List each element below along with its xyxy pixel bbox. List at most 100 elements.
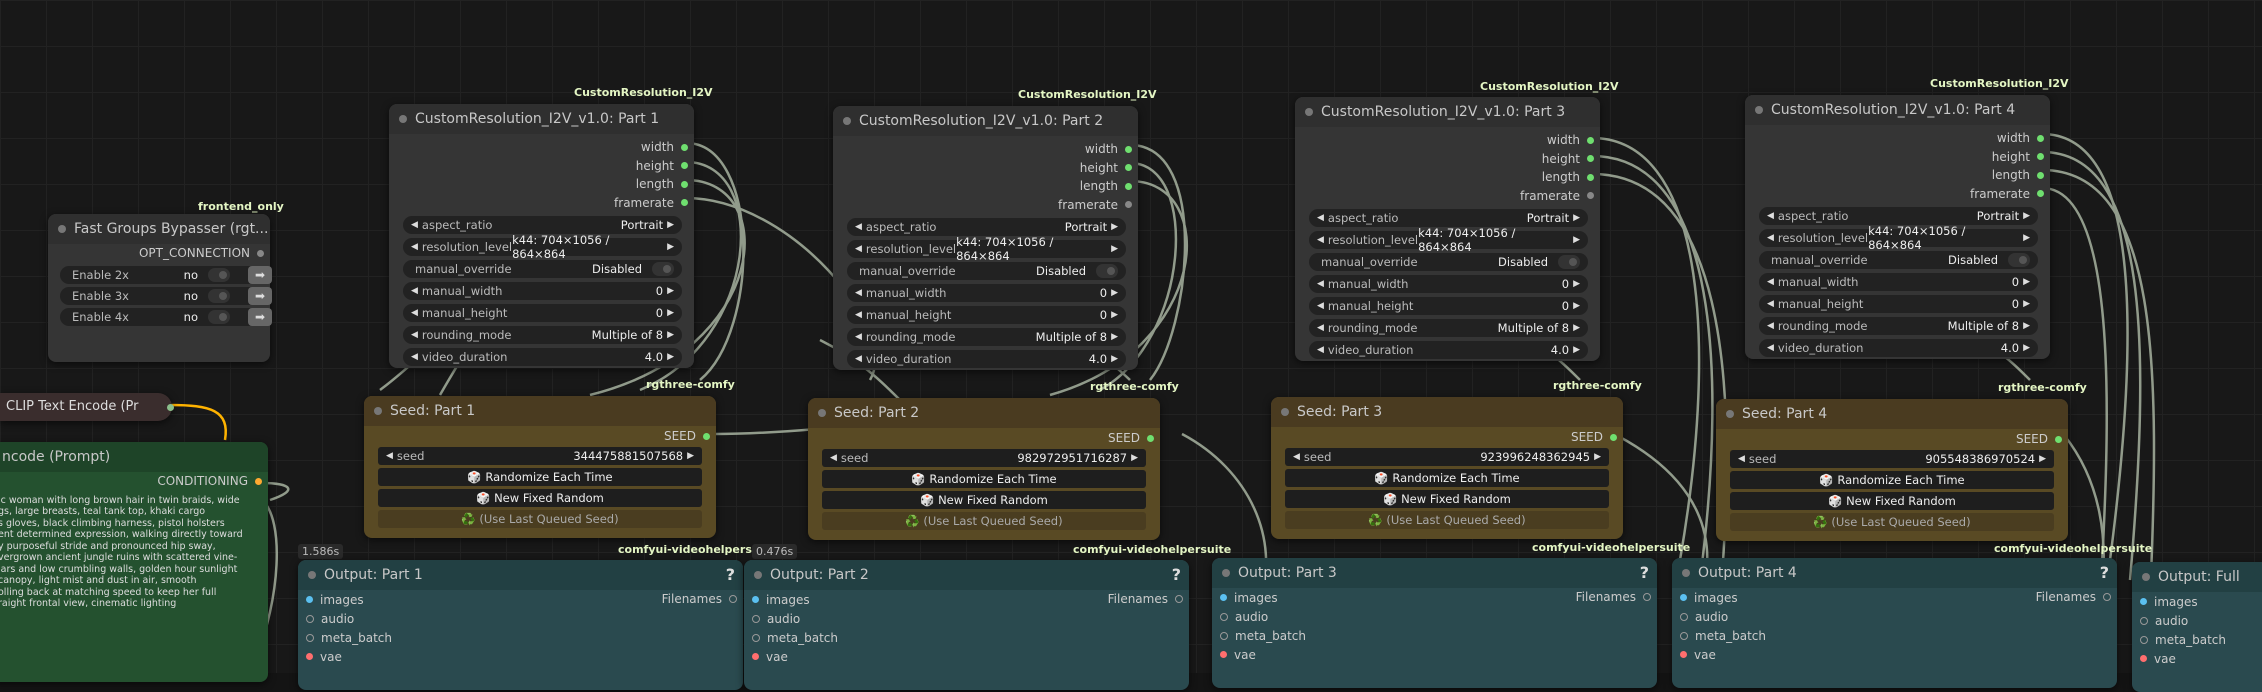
input-slot-vae[interactable]: vae bbox=[1672, 645, 2117, 664]
randomize-each-time-button[interactable]: 🎲 Randomize Each Time bbox=[1285, 469, 1609, 487]
output-socket[interactable] bbox=[255, 477, 262, 485]
widget-video-duration[interactable]: ◀ video_duration 4.0 ▶ bbox=[1759, 339, 2038, 357]
node-title-bar[interactable]: CustomResolution_I2V_v1.0: Part 1 bbox=[389, 104, 694, 134]
increment-arrow-icon[interactable]: ▶ bbox=[1111, 354, 1118, 364]
widget-manual-width[interactable]: ◀ manual_width 0 ▶ bbox=[1759, 273, 2038, 291]
input-slot-audio[interactable]: audio bbox=[298, 609, 743, 628]
new-fixed-random-button[interactable]: 🎲 New Fixed Random bbox=[378, 489, 702, 507]
clip-text-encode-collapsed-node[interactable]: CLIP Text Encode (Pr bbox=[0, 393, 174, 421]
randomize-each-time-button[interactable]: 🎲 Randomize Each Time bbox=[378, 468, 702, 486]
output-slot-1[interactable]: height bbox=[1295, 150, 1600, 169]
widget-rounding-mode[interactable]: ◀ rounding_mode Multiple of 8 ▶ bbox=[1759, 317, 2038, 335]
decrement-arrow-icon[interactable]: ◀ bbox=[1767, 299, 1774, 309]
increment-arrow-icon[interactable]: ▶ bbox=[1573, 301, 1580, 311]
decrement-arrow-icon[interactable]: ◀ bbox=[411, 286, 418, 296]
output-socket[interactable] bbox=[2037, 190, 2044, 198]
increment-arrow-icon[interactable]: ▶ bbox=[667, 330, 674, 340]
collapse-dot-icon[interactable] bbox=[1682, 569, 1690, 577]
increment-arrow-icon[interactable]: ▶ bbox=[667, 352, 674, 362]
output-slot-2[interactable]: length bbox=[1295, 168, 1600, 187]
video-combine-output-node-part-3[interactable]: Output: Part 3? Filenames images audio meta_… bbox=[1212, 558, 1657, 688]
output-socket[interactable] bbox=[681, 199, 688, 207]
input-socket[interactable] bbox=[1220, 631, 1228, 640]
output-socket[interactable] bbox=[1587, 173, 1594, 181]
output-socket[interactable] bbox=[167, 404, 174, 411]
new-fixed-random-button[interactable]: 🎲 New Fixed Random bbox=[822, 491, 1146, 509]
output-slot[interactable]: SEED bbox=[808, 428, 1160, 448]
decrement-arrow-icon[interactable]: ◀ bbox=[386, 451, 393, 461]
increment-arrow-icon[interactable]: ▶ bbox=[667, 308, 674, 318]
output-slot-0[interactable]: width bbox=[833, 140, 1138, 159]
collapse-dot-icon[interactable] bbox=[1726, 410, 1734, 418]
use-last-queued-seed-button[interactable]: ♻️ (Use Last Queued Seed) bbox=[822, 512, 1146, 530]
custom-resolution-node-part-3[interactable]: CustomResolution_I2V_v1.0: Part 3 width he… bbox=[1295, 97, 1600, 361]
decrement-arrow-icon[interactable]: ◀ bbox=[1317, 345, 1324, 355]
seed-node-part-4[interactable]: Seed: Part 4 SEED ◀ seed 905548386970524 ▶ 🎲 R… bbox=[1716, 399, 2068, 541]
decrement-arrow-icon[interactable]: ◀ bbox=[855, 288, 862, 298]
collapse-dot-icon[interactable] bbox=[1281, 408, 1289, 416]
arrow-right-icon[interactable]: ➡ bbox=[248, 307, 272, 326]
increment-arrow-icon[interactable]: ▶ bbox=[1111, 332, 1118, 342]
widget-manual-height[interactable]: ◀ manual_height 0 ▶ bbox=[847, 306, 1126, 324]
widget-resolution-level[interactable]: ◀ resolution_level k44: 704×1056 / 864×864… bbox=[403, 233, 682, 261]
decrement-arrow-icon[interactable]: ◀ bbox=[855, 354, 862, 364]
decrement-arrow-icon[interactable]: ◀ bbox=[1767, 233, 1774, 243]
output-socket[interactable] bbox=[1125, 145, 1132, 153]
clip-text-encode-prompt-node[interactable]: ncode (Prompt) CONDITIONING ic woman wit… bbox=[0, 442, 268, 682]
output-socket[interactable] bbox=[1587, 136, 1594, 144]
decrement-arrow-icon[interactable]: ◀ bbox=[855, 332, 862, 342]
widget-seed[interactable]: ◀ seed 923996248362945 ▶ bbox=[1285, 448, 1609, 466]
collapse-dot-icon[interactable] bbox=[58, 225, 66, 233]
randomize-each-time-button[interactable]: 🎲 Randomize Each Time bbox=[1730, 471, 2054, 489]
node-title-bar[interactable]: Output: Full bbox=[2132, 562, 2262, 592]
node-title-bar[interactable]: CustomResolution_I2V_v1.0: Part 4 bbox=[1745, 95, 2050, 125]
node-title-bar[interactable]: Output: Part 3? bbox=[1212, 558, 1657, 588]
toggle-enable-3x[interactable]: Enable 3x no ➡ bbox=[60, 286, 272, 305]
widget-seed[interactable]: ◀ seed 905548386970524 ▶ bbox=[1730, 450, 2054, 468]
input-socket[interactable] bbox=[1220, 651, 1227, 658]
output-socket[interactable] bbox=[703, 432, 710, 440]
output-slot-3[interactable]: framerate bbox=[1745, 185, 2050, 204]
seed-node-part-3[interactable]: Seed: Part 3 SEED ◀ seed 923996248362945 ▶ 🎲 R… bbox=[1271, 397, 1623, 539]
video-combine-output-node-part-2[interactable]: Output: Part 2? Filenames images audio meta_… bbox=[744, 560, 1189, 690]
collapse-dot-icon[interactable] bbox=[818, 409, 826, 417]
video-combine-output-node-part-1[interactable]: Output: Part 1? Filenames images audio meta_… bbox=[298, 560, 743, 690]
output-socket[interactable] bbox=[1587, 155, 1594, 163]
widget-aspect-ratio[interactable]: ◀ aspect_ratio Portrait ▶ bbox=[1759, 207, 2038, 225]
collapse-dot-icon[interactable] bbox=[399, 115, 407, 123]
widget-rounding-mode[interactable]: ◀ rounding_mode Multiple of 8 ▶ bbox=[403, 326, 682, 344]
input-slot-vae[interactable]: vae bbox=[1212, 645, 1657, 664]
output-socket[interactable] bbox=[1175, 595, 1183, 604]
output-slot[interactable]: Filenames bbox=[662, 590, 743, 609]
help-icon[interactable]: ? bbox=[2100, 563, 2109, 582]
decrement-arrow-icon[interactable]: ◀ bbox=[1317, 235, 1324, 245]
decrement-arrow-icon[interactable]: ◀ bbox=[855, 310, 862, 320]
toggle-switch[interactable] bbox=[1558, 255, 1580, 269]
decrement-arrow-icon[interactable]: ◀ bbox=[830, 453, 837, 463]
input-socket[interactable] bbox=[2140, 598, 2147, 605]
widget-manual-width[interactable]: ◀ manual_width 0 ▶ bbox=[847, 284, 1126, 302]
input-slot-images[interactable]: images bbox=[2132, 592, 2262, 611]
custom-resolution-node-part-2[interactable]: CustomResolution_I2V_v1.0: Part 2 width he… bbox=[833, 106, 1138, 370]
increment-arrow-icon[interactable]: ▶ bbox=[1573, 235, 1580, 245]
node-title-bar[interactable]: Fast Groups Bypasser (rgt... bbox=[48, 214, 270, 244]
output-slot[interactable]: Filenames bbox=[1108, 590, 1189, 609]
output-socket[interactable] bbox=[1610, 433, 1617, 441]
input-slot-meta-batch[interactable]: meta_batch bbox=[744, 628, 1189, 647]
node-title-bar[interactable]: Seed: Part 2 bbox=[808, 398, 1160, 428]
increment-arrow-icon[interactable]: ▶ bbox=[687, 451, 694, 461]
output-socket[interactable] bbox=[2055, 435, 2062, 443]
use-last-queued-seed-button[interactable]: ♻️ (Use Last Queued Seed) bbox=[378, 510, 702, 528]
output-slot-3[interactable]: framerate bbox=[1295, 187, 1600, 206]
increment-arrow-icon[interactable]: ▶ bbox=[1573, 279, 1580, 289]
input-socket[interactable] bbox=[306, 633, 314, 642]
node-title-bar[interactable]: Seed: Part 4 bbox=[1716, 399, 2068, 429]
output-slot-1[interactable]: height bbox=[389, 157, 694, 176]
decrement-arrow-icon[interactable]: ◀ bbox=[1767, 277, 1774, 287]
arrow-right-icon[interactable]: ➡ bbox=[248, 265, 272, 284]
increment-arrow-icon[interactable]: ▶ bbox=[2023, 321, 2030, 331]
widget-manual-override[interactable]: manual_override Disabled bbox=[403, 260, 682, 278]
input-socket[interactable] bbox=[306, 596, 313, 603]
output-slot[interactable]: CONDITIONING bbox=[0, 472, 268, 491]
widget-aspect-ratio[interactable]: ◀ aspect_ratio Portrait ▶ bbox=[847, 218, 1126, 236]
